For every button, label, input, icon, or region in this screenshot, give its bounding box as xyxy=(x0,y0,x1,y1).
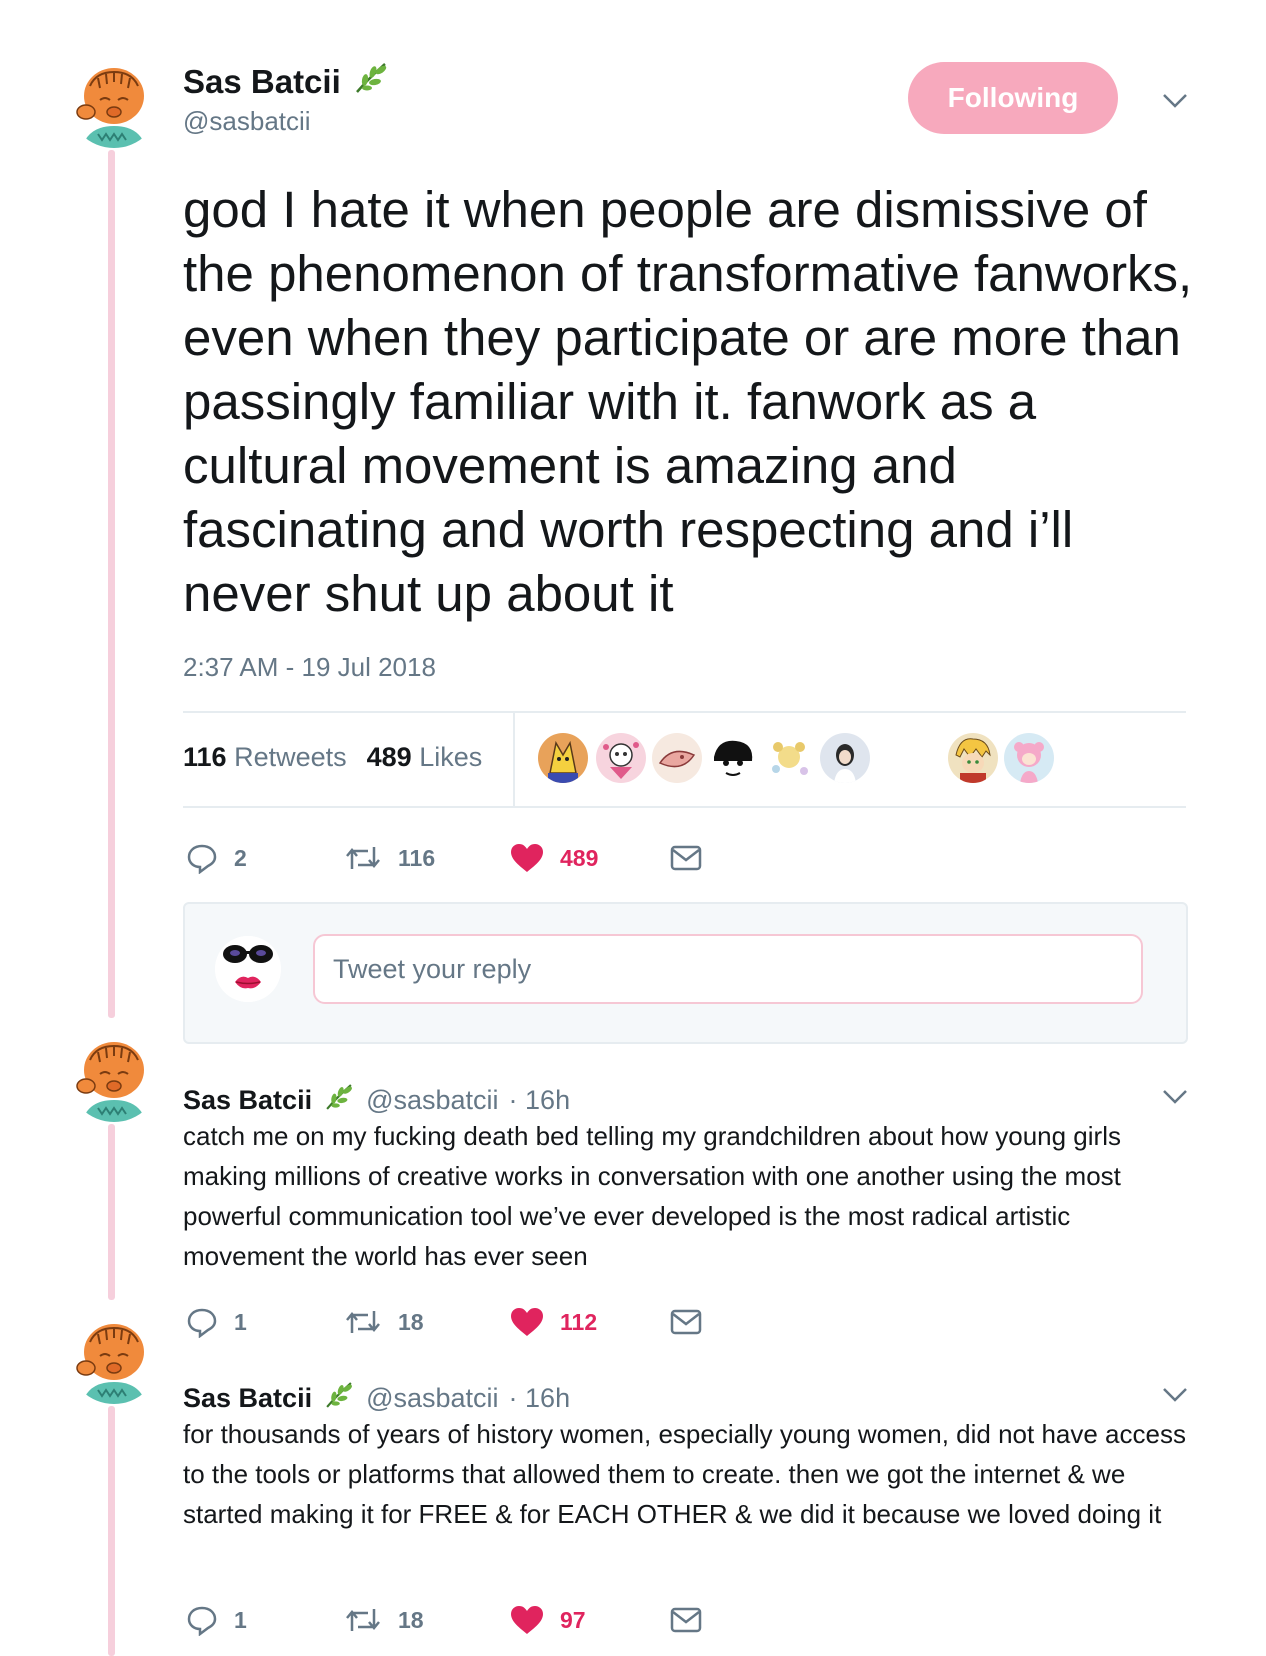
display-name[interactable]: Sas Batcii xyxy=(183,1383,312,1414)
like-button[interactable]: 489 xyxy=(510,838,598,878)
reply-header: Sas Batcii @sasbatcii · 16h xyxy=(183,1080,570,1121)
retweets-stat[interactable]: 116 Retweets xyxy=(183,742,347,773)
thread-line xyxy=(108,150,115,1018)
leaf-icon xyxy=(322,1080,356,1121)
chevron-down-icon[interactable] xyxy=(1160,86,1190,116)
chevron-down-icon[interactable] xyxy=(1160,1082,1190,1112)
reply-button[interactable]: 1 xyxy=(186,1302,247,1342)
liker-avatar[interactable] xyxy=(1004,733,1054,783)
retweet-icon xyxy=(346,1609,380,1631)
tweet-text: for thousands of years of history women,… xyxy=(183,1419,1186,1529)
retweet-button[interactable]: 18 xyxy=(344,1600,424,1640)
divider xyxy=(183,806,1186,808)
message-icon xyxy=(670,845,702,871)
leaf-icon xyxy=(322,1378,356,1419)
likes-stat[interactable]: 489 Likes xyxy=(367,742,483,773)
divider xyxy=(513,712,515,806)
retweet-count: 18 xyxy=(398,1606,424,1633)
timestamp[interactable]: 2:37 AM - 19 Jul 2018 xyxy=(183,652,436,683)
chevron-down-icon[interactable] xyxy=(1160,1380,1190,1410)
direct-message-button[interactable] xyxy=(670,838,702,878)
retweets-count: 116 xyxy=(183,741,227,772)
like-button[interactable]: 112 xyxy=(510,1302,597,1342)
reply-icon xyxy=(187,1606,217,1636)
liker-avatar[interactable] xyxy=(596,733,646,783)
retweets-label: Retweets xyxy=(234,741,347,772)
likes-count: 489 xyxy=(366,741,412,772)
thread-line xyxy=(108,1124,115,1300)
liker-avatar[interactable] xyxy=(764,733,814,783)
liker-avatar[interactable] xyxy=(948,733,998,783)
relative-time[interactable]: · 16h xyxy=(509,1085,571,1116)
like-count: 489 xyxy=(560,844,599,871)
message-icon xyxy=(670,1607,702,1633)
display-name[interactable]: Sas Batcii xyxy=(183,58,391,106)
thread-line xyxy=(108,1406,115,1656)
reply-composer xyxy=(183,902,1188,1044)
heart-icon xyxy=(511,844,543,872)
handle[interactable]: @sasbatcii xyxy=(366,1383,498,1414)
avatar[interactable] xyxy=(68,1030,160,1122)
liker-avatar[interactable] xyxy=(652,733,702,783)
reply-input[interactable] xyxy=(313,934,1143,1004)
direct-message-button[interactable] xyxy=(670,1302,702,1342)
message-icon xyxy=(670,1309,702,1335)
avatar[interactable] xyxy=(68,56,160,148)
leaf-icon xyxy=(351,58,391,106)
heart-icon xyxy=(511,1606,543,1634)
like-button[interactable]: 97 xyxy=(510,1600,586,1640)
reply-button[interactable]: 2 xyxy=(186,838,247,878)
liker-avatar[interactable] xyxy=(538,733,588,783)
retweet-icon xyxy=(346,1311,380,1333)
retweet-count: 116 xyxy=(398,844,436,871)
likes-label: Likes xyxy=(419,741,483,772)
handle[interactable]: @sasbatcii xyxy=(366,1085,498,1116)
following-button[interactable]: Following xyxy=(908,62,1118,134)
tweet-text: catch me on my fucking death bed telling… xyxy=(183,1121,1121,1271)
like-count: 112 xyxy=(560,1308,598,1335)
reply-count: 2 xyxy=(234,844,247,871)
liker-avatar[interactable] xyxy=(708,733,758,783)
retweet-button[interactable]: 18 xyxy=(344,1302,424,1342)
liker-avatar[interactable] xyxy=(820,733,870,783)
tweet-text: god I hate it when people are dismissive… xyxy=(183,181,1193,622)
reply-count: 1 xyxy=(234,1308,247,1335)
heart-icon xyxy=(511,1308,543,1336)
display-name[interactable]: Sas Batcii xyxy=(183,1085,312,1116)
relative-time[interactable]: · 16h xyxy=(509,1383,571,1414)
handle[interactable]: @sasbatcii xyxy=(183,106,311,137)
reply-icon xyxy=(187,844,217,874)
reply-header: Sas Batcii @sasbatcii · 16h xyxy=(183,1378,570,1419)
avatar[interactable] xyxy=(68,1312,160,1404)
reply-button[interactable]: 1 xyxy=(186,1600,247,1640)
display-name-text: Sas Batcii xyxy=(183,63,341,100)
engagement-stats: 116 Retweets 489 Likes xyxy=(183,712,482,802)
reply-icon xyxy=(187,1308,217,1338)
retweet-button[interactable]: 116 xyxy=(344,838,435,878)
reply-count: 1 xyxy=(234,1606,247,1633)
retweet-icon xyxy=(346,847,380,869)
current-user-avatar[interactable] xyxy=(215,936,281,1002)
direct-message-button[interactable] xyxy=(670,1600,702,1640)
like-count: 97 xyxy=(560,1606,586,1633)
retweet-count: 18 xyxy=(398,1308,424,1335)
